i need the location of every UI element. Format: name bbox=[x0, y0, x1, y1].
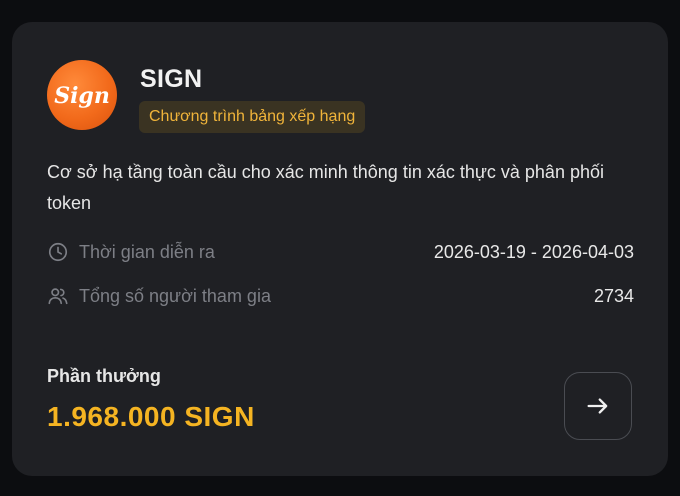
participants-value: 2734 bbox=[593, 285, 634, 306]
leaderboard-badge: Chương trình bảng xếp hạng bbox=[139, 101, 366, 133]
project-title: SIGN bbox=[140, 65, 203, 93]
reward-value: 1.968.000 SIGN bbox=[47, 401, 255, 432]
project-card[interactable]: Sign SIGN Chương trình bảng xếp hạng Cơ … bbox=[12, 22, 668, 476]
open-project-button[interactable] bbox=[564, 372, 632, 440]
participants-label: Tổng số người tham gia bbox=[79, 285, 271, 306]
sign-logo: Sign bbox=[47, 60, 117, 130]
users-icon bbox=[48, 288, 68, 305]
sign-logo-mark: Sign bbox=[54, 83, 110, 109]
clock-icon bbox=[48, 242, 68, 262]
time-row: Thời gian diễn ra 2026-03-19 - 2026-04-0… bbox=[47, 239, 634, 265]
arrow-right-icon bbox=[587, 398, 608, 414]
participants-row: Tổng số người tham gia 2734 bbox=[47, 283, 634, 309]
svg-text:Sign: Sign bbox=[54, 83, 110, 109]
reward-label: Phần thưởng bbox=[47, 366, 161, 386]
time-value: 2026-03-19 - 2026-04-03 bbox=[433, 241, 634, 262]
project-description: Cơ sở hạ tầng toàn cầu cho xác minh thôn… bbox=[47, 162, 604, 213]
time-label: Thời gian diễn ra bbox=[79, 241, 215, 262]
